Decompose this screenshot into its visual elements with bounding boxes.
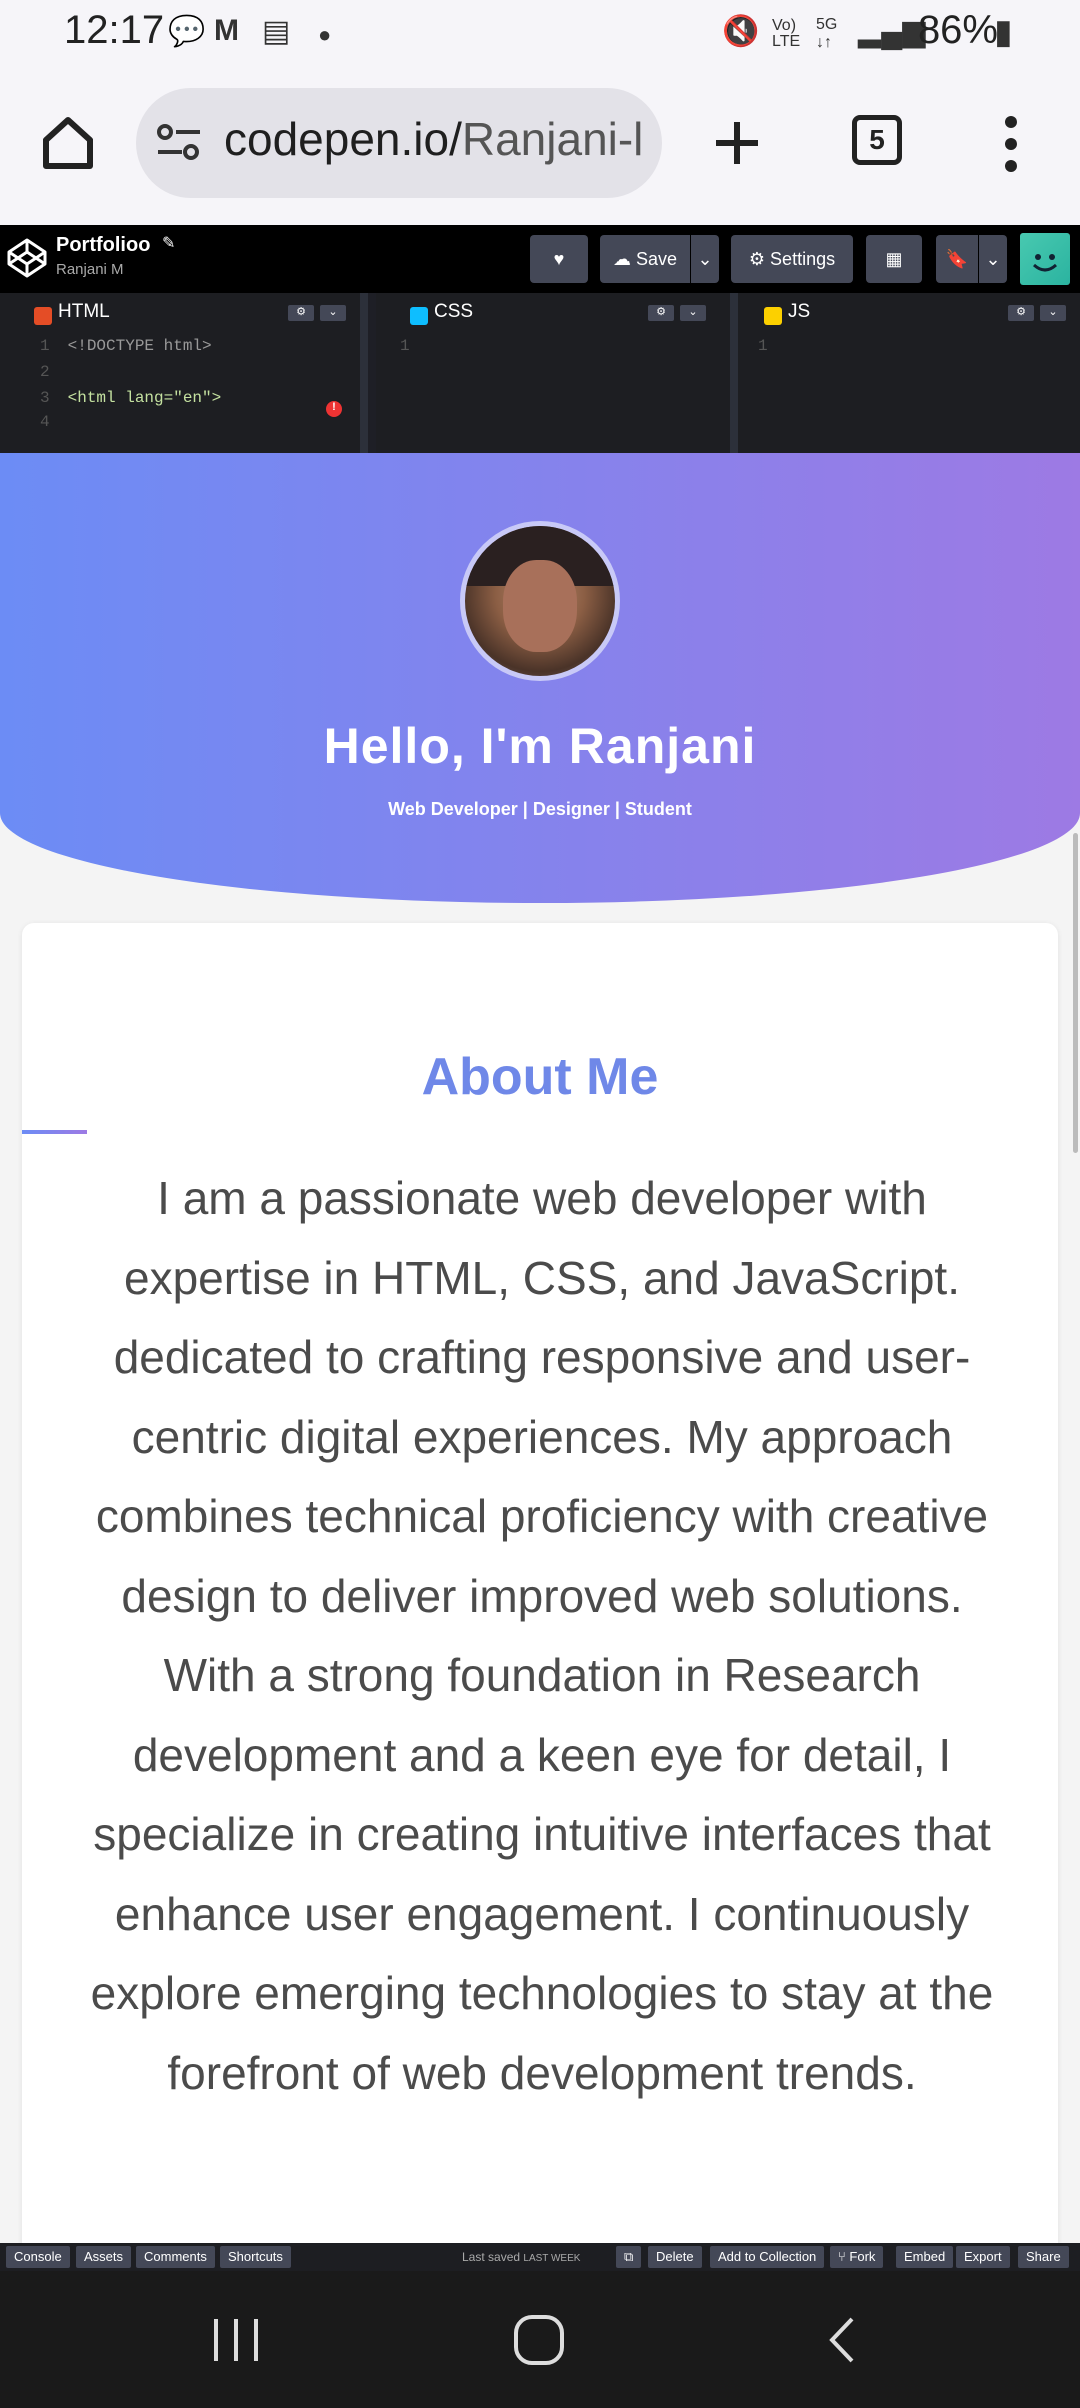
code-line-1[interactable]: 1 <!DOCTYPE html> xyxy=(40,337,212,355)
hero-subtitle: Web Developer | Designer | Student xyxy=(388,799,692,819)
tab-switcher-button[interactable]: 5 xyxy=(852,115,902,165)
js-icon xyxy=(764,307,782,325)
css-line-1[interactable]: 1 xyxy=(400,337,410,355)
mute-icon: 🔇 xyxy=(722,15,760,48)
battery-level: 86% xyxy=(917,8,998,52)
chat-icon: 💬 xyxy=(168,15,206,48)
about-card: About Me I am a passionate web developer… xyxy=(22,923,1058,2243)
about-paragraph-2: With a strong foundation in Research dev… xyxy=(90,1649,994,2099)
css-panel[interactable]: CSS ⚙ ⌄ 1 xyxy=(376,293,738,453)
more-menu-icon[interactable] xyxy=(996,114,1026,174)
code-line-2[interactable]: 2 xyxy=(40,363,50,381)
home-nav-icon[interactable] xyxy=(512,2313,566,2367)
tab-css-label: CSS xyxy=(434,301,474,322)
css-settings-icon[interactable]: ⚙ xyxy=(648,305,674,321)
shortcuts-button[interactable]: Shortcuts xyxy=(220,2246,291,2268)
save-dropdown-icon[interactable]: ⌄ xyxy=(691,235,719,283)
new-tab-icon[interactable] xyxy=(712,118,762,168)
code-line-3[interactable]: 3 <html lang="en"> xyxy=(40,389,221,407)
about-title: About Me xyxy=(421,1048,659,1106)
site-settings-icon[interactable] xyxy=(156,122,202,164)
add-to-collection-button[interactable]: Add to Collection xyxy=(710,2246,825,2268)
home-icon[interactable] xyxy=(38,112,98,172)
fork-label: Fork xyxy=(849,2249,876,2264)
status-bar: 12:17 💬 M ▤ ● 🔇 Vo) LTE 5G ↓↑ ▂▄▆ 86% ▮ xyxy=(0,0,1080,70)
back-icon[interactable] xyxy=(824,2315,858,2365)
dot-icon: ● xyxy=(318,22,332,47)
js-collapse-icon[interactable]: ⌄ xyxy=(1040,305,1066,321)
tab-css[interactable]: CSS xyxy=(394,293,474,331)
console-button[interactable]: Console xyxy=(6,2246,70,2268)
about-text: I am a passionate web developer with exp… xyxy=(82,1159,1002,2113)
android-nav-bar xyxy=(0,2271,1080,2408)
code-line-4[interactable]: 4 xyxy=(40,413,50,431)
battery-icon: ▮ xyxy=(994,13,1013,51)
5g-icon: 5G ↓↑ xyxy=(816,16,838,51)
about-paragraph-1: I am a passionate web developer with exp… xyxy=(95,1172,989,1622)
codepen-footer: Console Assets Comments Shortcuts Last s… xyxy=(0,2243,1080,2271)
open-external-icon[interactable]: ⧉ xyxy=(616,2246,642,2268)
editor-panels: HTML ⚙ ⌄ 1 <!DOCTYPE html> 2 3 <html lang=… xyxy=(0,293,1080,453)
preview-scrollbar[interactable] xyxy=(1073,833,1078,1153)
volte-icon: Vo) LTE xyxy=(772,17,801,50)
js-panel[interactable]: JS ⚙ ⌄ 1 xyxy=(738,293,1080,453)
settings-label: Settings xyxy=(770,249,836,269)
face-shape xyxy=(503,560,577,652)
user-avatar[interactable] xyxy=(1020,233,1070,285)
news-icon: ▤ xyxy=(262,15,291,48)
css-collapse-icon[interactable]: ⌄ xyxy=(680,305,706,321)
smiley-icon xyxy=(1032,254,1058,272)
share-button[interactable]: Share xyxy=(1018,2246,1069,2268)
tab-html-label: HTML xyxy=(58,301,110,322)
js-line-1[interactable]: 1 xyxy=(758,337,768,355)
preview-pane[interactable]: Hello, I'm Ranjani Web Developer | Desig… xyxy=(0,453,1080,2243)
pen-title[interactable]: Portfolioo xyxy=(56,234,150,257)
css-icon xyxy=(410,307,428,325)
profile-photo xyxy=(460,521,620,681)
recent-apps-icon[interactable] xyxy=(210,2315,262,2365)
html-settings-icon[interactable]: ⚙ xyxy=(288,305,314,321)
error-icon[interactable]: ! xyxy=(326,401,342,417)
layout-icon[interactable]: ▦ xyxy=(866,235,922,283)
pen-author[interactable]: Ranjani M xyxy=(56,261,124,278)
bookmark-icon[interactable]: 🔖 xyxy=(936,235,978,283)
hero-title: Hello, I'm Ranjani xyxy=(323,718,757,774)
codepen-header: Portfolioo ✎ Ranjani M ♥ ☁ Save ⌄ ⚙ Sett… xyxy=(0,225,1080,293)
last-saved-label: Last saved LAST WEEK xyxy=(462,2250,581,2264)
tab-html[interactable]: HTML xyxy=(18,293,110,331)
codepen-logo-icon[interactable] xyxy=(6,237,48,279)
delete-button[interactable]: Delete xyxy=(648,2246,702,2268)
tab-js-label: JS xyxy=(788,301,811,322)
gmail-icon: M xyxy=(214,14,239,47)
js-settings-icon[interactable]: ⚙ xyxy=(1008,305,1034,321)
embed-button[interactable]: Embed xyxy=(896,2246,954,2268)
html-collapse-icon[interactable]: ⌄ xyxy=(320,305,346,321)
url-text: codepen.io/Ranjani-l xyxy=(224,113,644,165)
html-icon xyxy=(34,307,52,325)
like-button[interactable]: ♥ xyxy=(530,235,588,283)
about-underline xyxy=(22,1130,87,1134)
html-panel[interactable]: HTML ⚙ ⌄ 1 <!DOCTYPE html> 2 3 <html lang=… xyxy=(0,293,368,453)
tab-js[interactable]: JS xyxy=(748,293,811,331)
signal-icon: ▂▄▆ xyxy=(858,15,926,48)
bookmark-dropdown-icon[interactable]: ⌄ xyxy=(979,235,1007,283)
save-button[interactable]: ☁ Save xyxy=(600,235,690,283)
hero-section: Hello, I'm Ranjani Web Developer | Desig… xyxy=(0,453,1080,903)
assets-button[interactable]: Assets xyxy=(76,2246,132,2268)
clock: 12:17 xyxy=(64,8,165,52)
export-button[interactable]: Export xyxy=(956,2246,1010,2268)
settings-button[interactable]: ⚙ Settings xyxy=(731,235,853,283)
save-label: Save xyxy=(635,249,678,269)
comments-button[interactable]: Comments xyxy=(136,2246,215,2268)
fork-button[interactable]: ⑂ Fork xyxy=(830,2246,884,2268)
browser-toolbar: codepen.io/Ranjani-l 5 xyxy=(0,70,1080,225)
edit-title-icon[interactable]: ✎ xyxy=(162,233,175,253)
